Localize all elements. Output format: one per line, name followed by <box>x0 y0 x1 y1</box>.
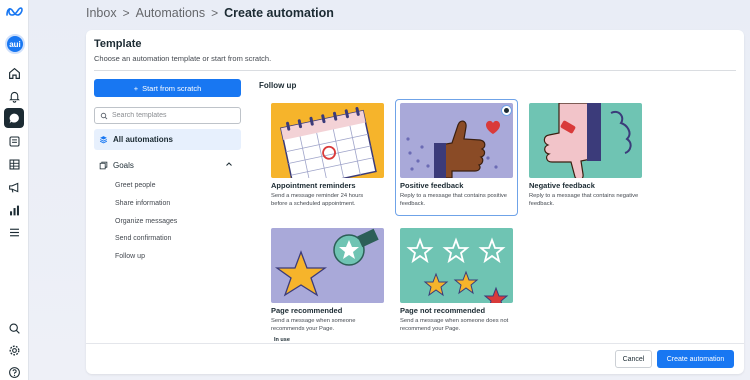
positive-feedback-illustration <box>400 103 513 178</box>
menu-icon[interactable] <box>4 222 24 242</box>
copy-icon <box>99 161 108 169</box>
breadcrumb-automations[interactable]: Automations <box>136 6 205 20</box>
meta-logo-icon[interactable] <box>5 6 25 17</box>
start-from-scratch-label: Start from scratch <box>142 83 202 93</box>
start-from-scratch-button[interactable]: + Start from scratch <box>94 79 241 97</box>
goal-item[interactable]: Follow up <box>115 253 145 260</box>
template-card-positive-feedback[interactable]: Positive feedback Reply to a message tha… <box>395 99 518 216</box>
template-card-page-recommended[interactable]: Page recommended Send a message when som… <box>267 225 388 343</box>
search-icon[interactable] <box>4 318 24 338</box>
breadcrumb-inbox[interactable]: Inbox <box>86 6 117 20</box>
search-icon <box>100 112 108 119</box>
sidebar-item-label: All automations <box>113 135 174 144</box>
sidebar-item-label: Goals <box>113 160 134 170</box>
breadcrumb-separator: > <box>122 6 130 20</box>
chevron-up-icon[interactable] <box>225 160 233 168</box>
posts-icon[interactable] <box>4 131 24 151</box>
goal-item[interactable]: Greet people <box>115 182 155 189</box>
card-title: Positive feedback <box>400 181 464 190</box>
megaphone-icon[interactable] <box>4 177 24 197</box>
divider <box>86 343 744 344</box>
negative-feedback-illustration <box>529 103 642 178</box>
section-title: Follow up <box>259 81 297 90</box>
plus-icon: + <box>133 83 139 93</box>
card-description: Reply to a message that contains negativ… <box>529 193 639 207</box>
sidebar-item-goals[interactable]: Goals <box>94 156 241 174</box>
template-card-page-not-recommended[interactable]: Page not recommended Send a message when… <box>396 225 517 333</box>
search-templates[interactable] <box>94 107 241 124</box>
home-icon[interactable] <box>4 63 24 83</box>
template-card-negative-feedback[interactable]: Negative feedback Reply to a message tha… <box>525 100 646 208</box>
table-icon[interactable] <box>4 154 24 174</box>
help-icon[interactable] <box>4 362 24 380</box>
card-title: Page not recommended <box>400 306 486 315</box>
search-input[interactable] <box>112 112 232 119</box>
card-title: Appointment reminders <box>271 181 356 190</box>
appointment-reminders-illustration <box>271 103 384 178</box>
panel-subtitle: Choose an automation template or start f… <box>94 54 272 63</box>
cancel-button[interactable]: Cancel <box>615 350 652 368</box>
divider <box>94 70 736 71</box>
goal-item[interactable]: Share information <box>115 200 170 207</box>
settings-icon[interactable] <box>4 340 24 360</box>
breadcrumb-separator: > <box>211 6 219 20</box>
goal-item[interactable]: Send confirmation <box>115 235 171 242</box>
page-not-recommended-illustration <box>400 228 513 303</box>
card-title: Negative feedback <box>529 181 595 190</box>
goal-item[interactable]: Organize messages <box>115 218 177 225</box>
page-recommended-illustration <box>271 228 384 303</box>
avatar[interactable]: aui <box>5 34 25 54</box>
breadcrumb-current: Create automation <box>224 6 334 20</box>
template-card-appointment-reminders[interactable]: Appointment reminders Send a message rem… <box>267 100 388 208</box>
card-title: Page recommended <box>271 306 343 315</box>
left-rail: aui <box>0 0 29 380</box>
template-panel: Template Choose an automation template o… <box>86 30 744 374</box>
card-description: Reply to a message that contains positiv… <box>400 193 507 207</box>
breadcrumb: Inbox > Automations > Create automation <box>86 5 334 21</box>
selected-radio-icon[interactable] <box>501 105 512 116</box>
card-description: Send a message reminder 24 hours before … <box>271 193 364 207</box>
bell-icon[interactable] <box>4 86 24 106</box>
insights-icon[interactable] <box>4 200 24 220</box>
chat-icon[interactable] <box>4 108 24 128</box>
layers-icon <box>99 136 108 144</box>
sidebar-item-all-automations[interactable]: All automations <box>94 129 241 150</box>
create-automation-button[interactable]: Create automation <box>657 350 734 368</box>
panel-title: Template <box>94 38 142 50</box>
card-description: Send a message when someone recommends y… <box>271 318 356 332</box>
card-description: Send a message when someone does not rec… <box>400 318 509 332</box>
